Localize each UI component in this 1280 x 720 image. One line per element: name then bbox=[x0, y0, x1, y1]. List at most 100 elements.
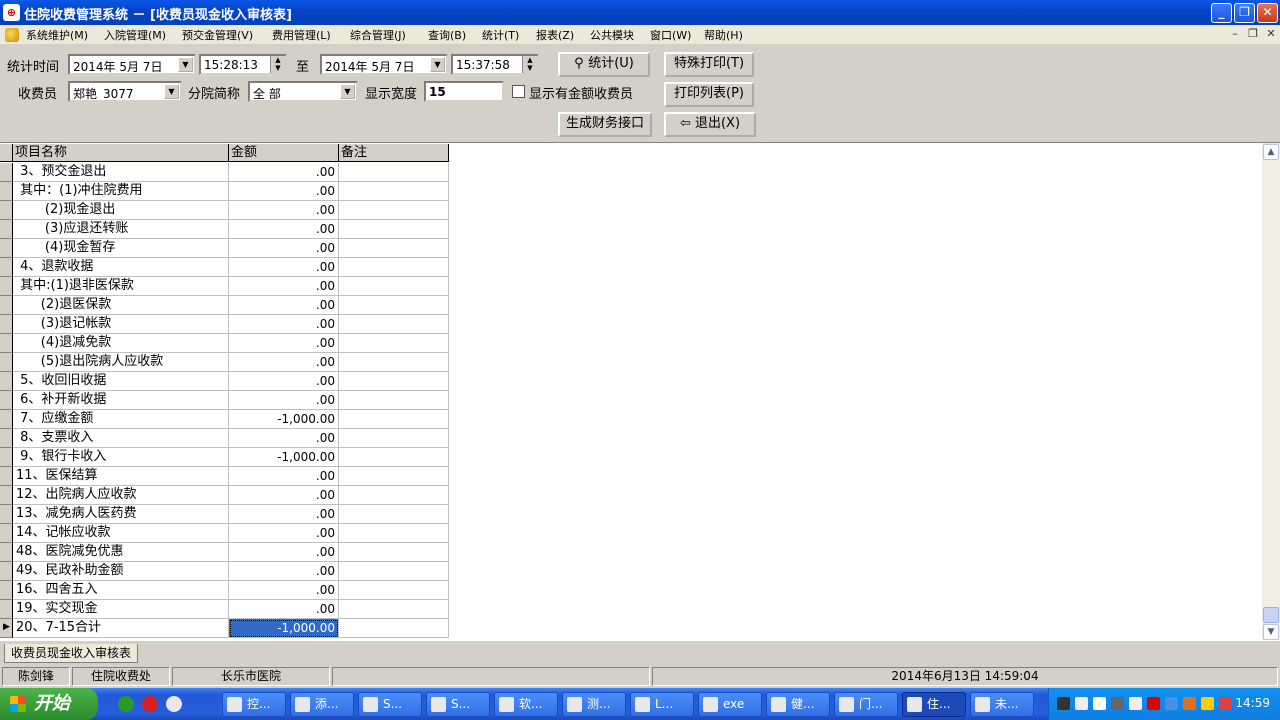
cell-note[interactable] bbox=[339, 467, 449, 486]
table-row[interactable]: 8、支票收入 .00 bbox=[0, 429, 449, 448]
cell-item-name[interactable]: 其中:(1)退非医保款 bbox=[13, 277, 229, 296]
start-button[interactable]: 开始 bbox=[0, 688, 98, 720]
cell-note[interactable] bbox=[339, 581, 449, 600]
row-indicator[interactable] bbox=[0, 391, 13, 410]
mdi-minimize-button[interactable]: – bbox=[1228, 28, 1242, 41]
cell-amount[interactable]: -1,000.00 bbox=[229, 619, 339, 638]
input-method-icon[interactable] bbox=[1129, 697, 1142, 710]
table-row[interactable]: 16、四舍五入 .00 bbox=[0, 581, 449, 600]
cell-note[interactable] bbox=[339, 334, 449, 353]
table-row[interactable]: (2)现金退出 .00 bbox=[0, 201, 449, 220]
table-row[interactable]: 49、民政补助金额 .00 bbox=[0, 562, 449, 581]
cell-item-name[interactable]: (4)现金暂存 bbox=[13, 239, 229, 258]
table-row[interactable]: 11、医保结算 .00 bbox=[0, 467, 449, 486]
table-row[interactable]: ▶ 20、7-15合计 -1,000.00 bbox=[0, 619, 449, 638]
menu-admission[interactable]: 入院管理(M) bbox=[104, 27, 166, 43]
cell-item-name[interactable]: (5)退出院病人应收款 bbox=[13, 353, 229, 372]
cell-amount[interactable]: .00 bbox=[229, 334, 339, 353]
minimize-button[interactable]: _ bbox=[1211, 3, 1232, 23]
header-amount[interactable]: 金额 bbox=[229, 144, 339, 162]
menu-system[interactable]: 系统维护(M) bbox=[26, 27, 88, 43]
table-row[interactable]: 其中:(1)退非医保款 .00 bbox=[0, 277, 449, 296]
cell-note[interactable] bbox=[339, 315, 449, 334]
row-indicator[interactable] bbox=[0, 277, 13, 296]
restore-button[interactable]: ❐ bbox=[1234, 3, 1255, 23]
update-icon[interactable] bbox=[1219, 697, 1232, 710]
taskbar-item-settings[interactable]: S... bbox=[358, 692, 422, 717]
row-indicator[interactable] bbox=[0, 505, 13, 524]
header-note[interactable]: 备注 bbox=[339, 144, 449, 162]
row-indicator[interactable] bbox=[0, 486, 13, 505]
clock[interactable]: 14:59 bbox=[1235, 696, 1270, 710]
menu-fees[interactable]: 费用管理(L) bbox=[272, 27, 331, 43]
table-row[interactable]: (3)应退还转账 .00 bbox=[0, 220, 449, 239]
cell-note[interactable] bbox=[339, 410, 449, 429]
cell-note[interactable] bbox=[339, 543, 449, 562]
width-input[interactable]: 15 bbox=[424, 81, 504, 102]
row-indicator[interactable] bbox=[0, 220, 13, 239]
row-indicator[interactable] bbox=[0, 201, 13, 220]
cell-note[interactable] bbox=[339, 182, 449, 201]
branch-select[interactable]: 全 部 ▼ bbox=[248, 81, 358, 102]
header-item-name[interactable]: 项目名称 bbox=[13, 144, 229, 162]
cell-amount[interactable]: .00 bbox=[229, 277, 339, 296]
cell-amount[interactable]: .00 bbox=[229, 524, 339, 543]
speaker-icon[interactable] bbox=[1111, 697, 1124, 710]
cell-item-name[interactable]: 9、银行卡收入 bbox=[13, 448, 229, 467]
table-row[interactable]: 12、出院病人应收款 .00 bbox=[0, 486, 449, 505]
cell-item-name[interactable]: 16、四舍五入 bbox=[13, 581, 229, 600]
table-row[interactable]: 14、记帐应收款 .00 bbox=[0, 524, 449, 543]
ie-icon[interactable] bbox=[118, 696, 134, 712]
antivirus-icon[interactable] bbox=[1183, 697, 1196, 710]
cell-amount[interactable]: .00 bbox=[229, 163, 339, 182]
cell-item-name[interactable]: (2)现金退出 bbox=[13, 201, 229, 220]
finance-interface-button[interactable]: 生成财务接口 bbox=[558, 112, 652, 137]
print-list-button[interactable]: 打印列表(P) bbox=[664, 82, 754, 107]
row-indicator[interactable] bbox=[0, 448, 13, 467]
mdi-restore-button[interactable]: ❐ bbox=[1246, 28, 1260, 41]
menu-deposit[interactable]: 预交金管理(V) bbox=[182, 27, 253, 43]
cell-note[interactable] bbox=[339, 448, 449, 467]
row-indicator[interactable] bbox=[0, 562, 13, 581]
table-row[interactable]: 3、预交金退出 .00 bbox=[0, 163, 449, 182]
menu-query[interactable]: 查询(B) bbox=[428, 27, 466, 43]
end-time-field[interactable]: 15:37:58 ▲ ▼ bbox=[451, 54, 539, 75]
cell-amount[interactable]: .00 bbox=[229, 600, 339, 619]
row-indicator[interactable] bbox=[0, 372, 13, 391]
cell-item-name[interactable]: 8、支票收入 bbox=[13, 429, 229, 448]
spinner-icon[interactable]: ▲ ▼ bbox=[522, 56, 537, 73]
taskbar-item-untitled[interactable]: 未... bbox=[970, 692, 1034, 717]
row-indicator[interactable] bbox=[0, 353, 13, 372]
cell-amount[interactable]: .00 bbox=[229, 372, 339, 391]
cell-amount[interactable]: .00 bbox=[229, 467, 339, 486]
cell-amount[interactable]: .00 bbox=[229, 201, 339, 220]
cell-item-name[interactable]: (3)退记帐款 bbox=[13, 315, 229, 334]
show-cashier-checkbox[interactable] bbox=[512, 85, 525, 98]
taskbar-item-health[interactable]: 健... bbox=[766, 692, 830, 717]
taskbar-item-add-remove[interactable]: 添... bbox=[290, 692, 354, 717]
cell-note[interactable] bbox=[339, 486, 449, 505]
cell-item-name[interactable]: 19、实交现金 bbox=[13, 600, 229, 619]
cell-item-name[interactable]: 6、补开新收据 bbox=[13, 391, 229, 410]
taskbar-item-inpatient[interactable]: 住... bbox=[902, 692, 966, 717]
cell-amount[interactable]: .00 bbox=[229, 391, 339, 410]
taskbar-item-outpatient[interactable]: 门... bbox=[834, 692, 898, 717]
search-icon[interactable] bbox=[166, 696, 182, 712]
start-time-field[interactable]: 15:28:13 ▲ ▼ bbox=[199, 54, 287, 75]
table-row[interactable]: 其中：(1)冲住院费用 .00 bbox=[0, 182, 449, 201]
table-row[interactable]: 19、实交现金 .00 bbox=[0, 600, 449, 619]
cell-item-name[interactable]: 其中：(1)冲住院费用 bbox=[13, 182, 229, 201]
cell-item-name[interactable]: 7、应缴金额 bbox=[13, 410, 229, 429]
cell-note[interactable] bbox=[339, 277, 449, 296]
taskbar-item-log[interactable]: L... bbox=[630, 692, 694, 717]
table-row[interactable]: 7、应缴金额 -1,000.00 bbox=[0, 410, 449, 429]
special-print-button[interactable]: 特殊打印(T) bbox=[664, 52, 754, 77]
taskbar-item-folder-exe[interactable]: exe bbox=[698, 692, 762, 717]
close-button[interactable]: ✕ bbox=[1257, 3, 1278, 23]
cell-note[interactable] bbox=[339, 296, 449, 315]
cell-item-name[interactable]: (4)退减免款 bbox=[13, 334, 229, 353]
cell-item-name[interactable]: 20、7-15合计 bbox=[13, 619, 229, 638]
menu-reports[interactable]: 报表(Z) bbox=[536, 27, 574, 43]
cell-note[interactable] bbox=[339, 220, 449, 239]
cell-note[interactable] bbox=[339, 619, 449, 638]
